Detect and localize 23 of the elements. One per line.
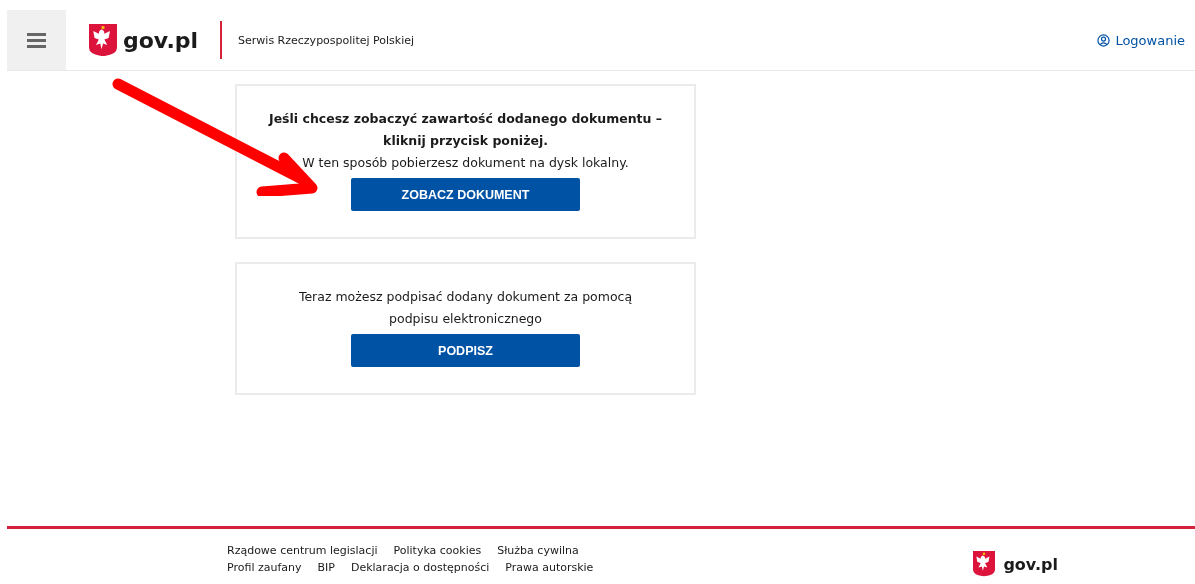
- action-button[interactable]: PODPISZ: [351, 334, 580, 367]
- footer-link[interactable]: BIP: [317, 561, 335, 574]
- menu-icon: [27, 32, 46, 48]
- card-text: Teraz możesz podpisać dodany dokument za pomocą: [298, 288, 633, 306]
- service-name: Serwis Rzeczypospolitej Polskiej: [238, 33, 415, 47]
- eagle-emblem-icon: [89, 23, 117, 57]
- footer-link[interactable]: Profil zaufany: [227, 561, 302, 574]
- menu-button[interactable]: [7, 10, 66, 70]
- logo-text: gov.pl: [123, 27, 199, 53]
- eagle-emblem-icon: [973, 551, 996, 577]
- logo-text: gov.pl: [1003, 554, 1058, 574]
- footer-link[interactable]: Deklaracja o dostępności: [350, 561, 490, 574]
- card-text: podpisu elektronicznego: [389, 310, 542, 328]
- action-button[interactable]: ZOBACZ DOKUMENT: [351, 178, 580, 211]
- user-icon: [1097, 33, 1111, 47]
- card-text: Jeśli chcesz zobaczyć zawartość dodanego dokumentu –: [269, 110, 662, 128]
- footer-link[interactable]: Rządowe centrum legislacji: [227, 544, 378, 557]
- card-text: W ten sposób pobierzesz dokument na dysk lokalny.: [302, 154, 629, 172]
- footer-link[interactable]: Służba cywilna: [497, 544, 579, 557]
- footer-link[interactable]: Prawa autorskie: [505, 561, 594, 574]
- card-text: kliknij przycisk poniżej.: [383, 132, 548, 150]
- footer-link[interactable]: Polityka cookies: [393, 544, 482, 557]
- login-link[interactable]: Logowanie: [1097, 32, 1185, 48]
